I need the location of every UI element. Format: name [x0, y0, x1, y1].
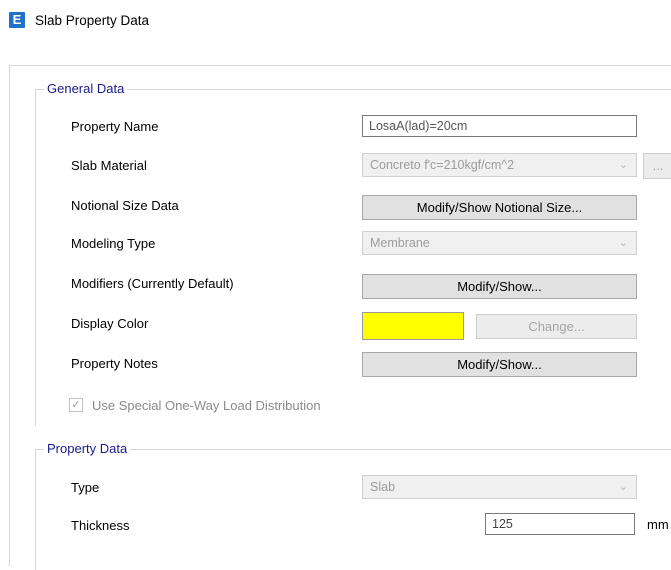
modifiers-label: Modifiers (Currently Default) [71, 276, 234, 291]
type-select[interactable]: Slab ⌄ [362, 475, 637, 499]
display-color-swatch[interactable] [362, 312, 464, 340]
thickness-input[interactable]: 125 [485, 513, 635, 535]
property-notes-button[interactable]: Modify/Show... [362, 352, 637, 377]
thickness-label: Thickness [71, 518, 130, 533]
property-data-legend: Property Data [44, 441, 131, 456]
type-label: Type [71, 480, 100, 495]
general-data-legend: General Data [44, 81, 128, 96]
modeling-type-select[interactable]: Membrane ⌄ [362, 231, 637, 255]
modifiers-button[interactable]: Modify/Show... [362, 274, 637, 299]
property-name-label: Property Name [71, 119, 159, 134]
type-value: Slab [370, 480, 396, 494]
property-data-group: Property Data [35, 441, 671, 570]
slab-material-select[interactable]: Concreto f'c=210kgf/cm^2 ⌄ [362, 153, 637, 177]
property-name-input[interactable]: LosaA(lad)=20cm [362, 115, 637, 137]
display-color-label: Display Color [71, 316, 149, 331]
one-way-load-checkbox[interactable]: ✓ [69, 398, 83, 412]
chevron-down-icon: ⌄ [618, 159, 628, 171]
etabs-app-icon: E [9, 12, 25, 28]
thickness-unit: mm [647, 517, 669, 532]
change-color-button[interactable]: Change... [476, 314, 637, 339]
chevron-down-icon: ⌄ [618, 481, 628, 493]
notional-size-label: Notional Size Data [71, 198, 179, 213]
slab-material-label: Slab Material [71, 158, 147, 173]
modeling-type-value: Membrane [370, 236, 430, 250]
property-notes-label: Property Notes [71, 356, 158, 371]
slab-material-value: Concreto f'c=210kgf/cm^2 [370, 158, 515, 172]
title-bar: E Slab Property Data [0, 0, 671, 40]
window-title: Slab Property Data [35, 13, 150, 28]
modeling-type-label: Modeling Type [71, 236, 156, 251]
one-way-load-label: Use Special One-Way Load Distribution [92, 398, 321, 413]
slab-material-browse-button[interactable]: ... [643, 153, 671, 179]
notional-size-button[interactable]: Modify/Show Notional Size... [362, 195, 637, 220]
chevron-down-icon: ⌄ [618, 237, 628, 249]
